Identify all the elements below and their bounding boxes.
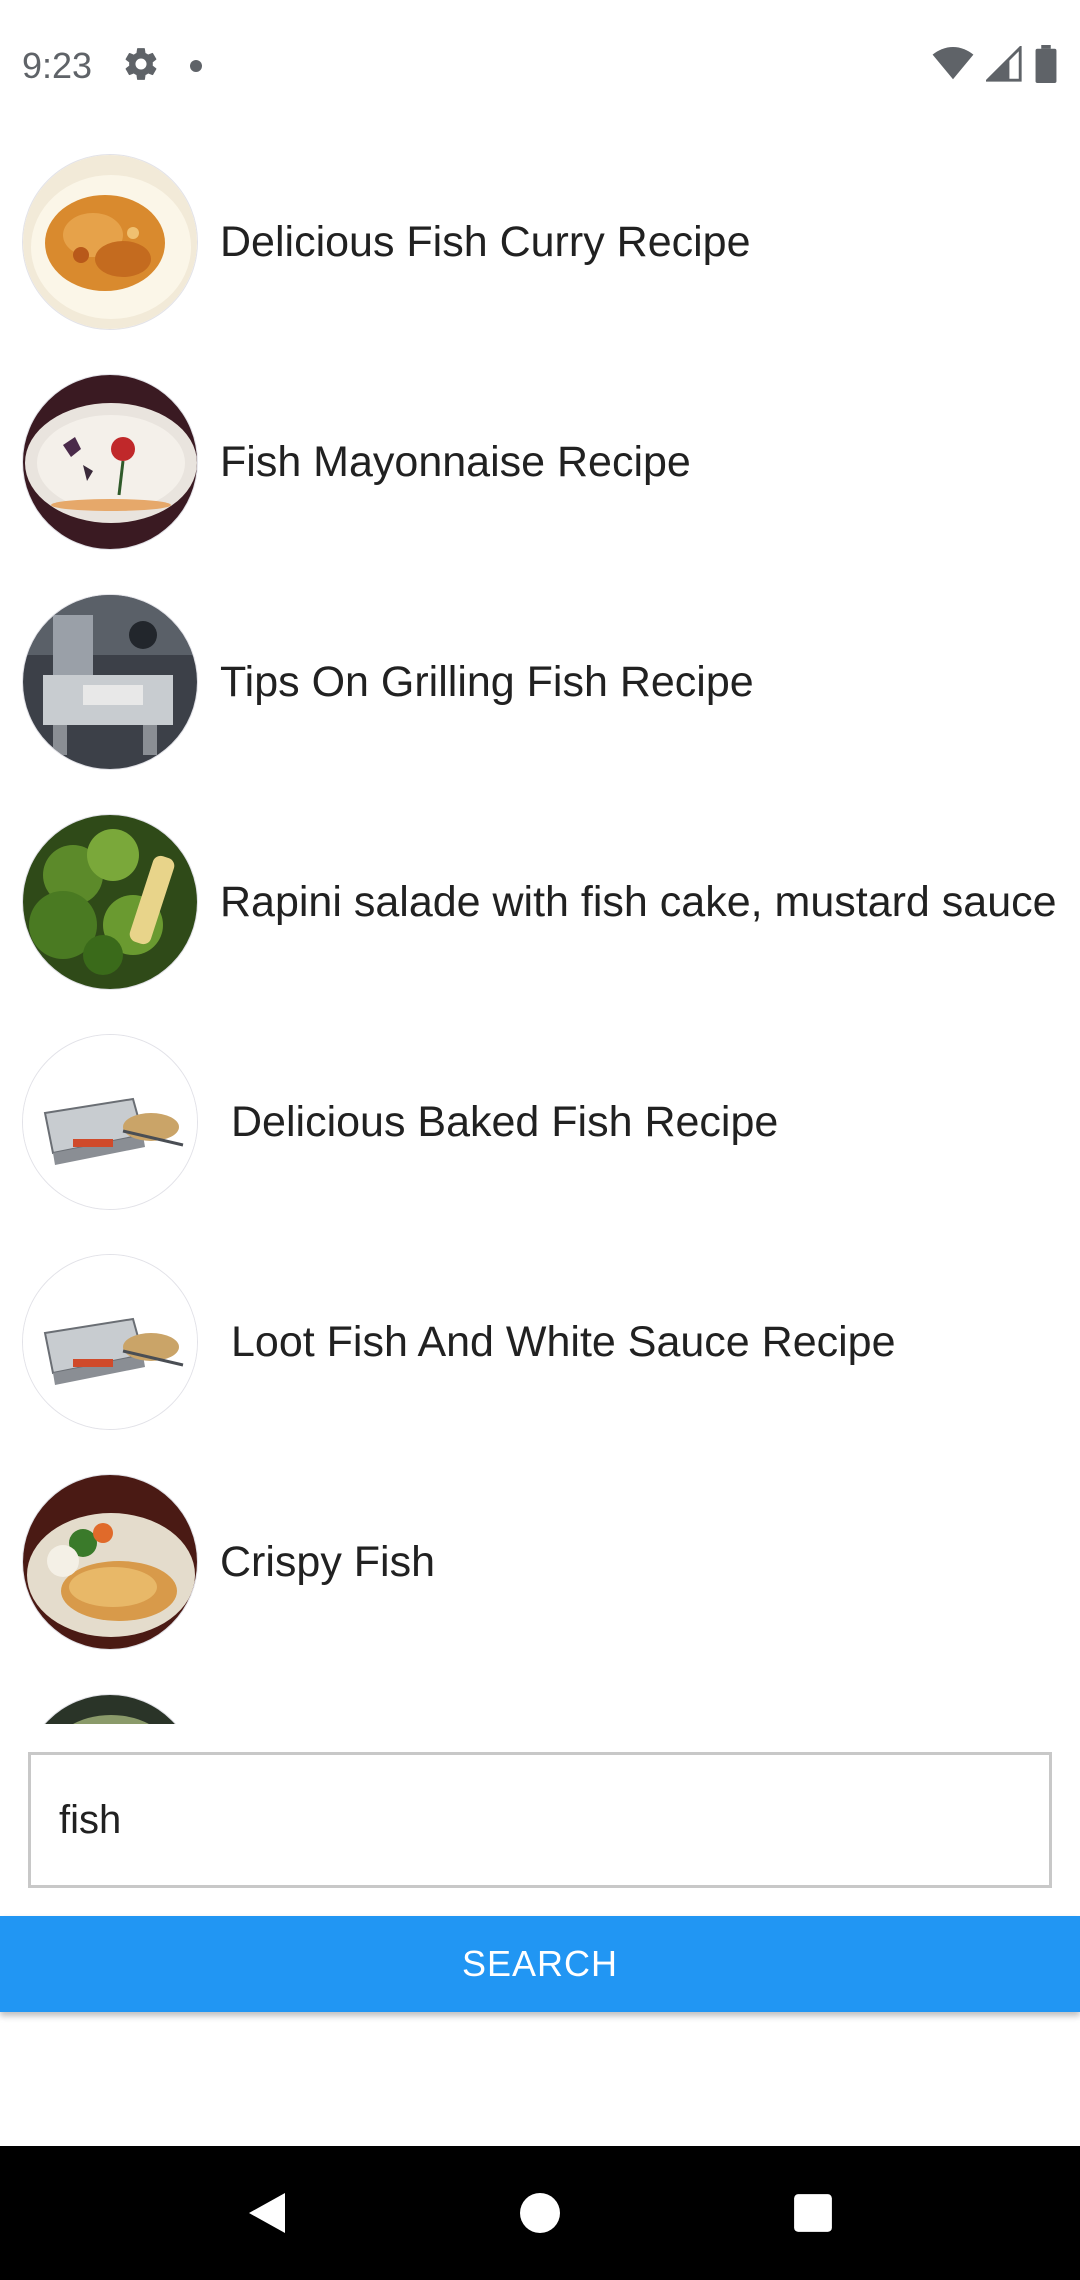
recipe-item-fish-mayonnaise[interactable]: Fish Mayonnaise Recipe bbox=[0, 352, 1080, 572]
recipe-title: Loot Fish And White Sauce Recipe bbox=[231, 1317, 896, 1366]
recipe-item-fish-curry[interactable]: Delicious Fish Curry Recipe bbox=[0, 132, 1080, 352]
recipe-item-crispy-fish[interactable]: Crispy Fish bbox=[0, 1452, 1080, 1672]
status-time: 9:23 bbox=[22, 45, 93, 86]
back-icon[interactable] bbox=[217, 2163, 317, 2263]
recents-icon[interactable] bbox=[763, 2163, 863, 2263]
recipe-thumbnail bbox=[22, 374, 198, 550]
gear-icon bbox=[122, 45, 160, 88]
recipe-item-grilling-fish[interactable]: Tips On Grilling Fish Recipe bbox=[0, 572, 1080, 792]
recipe-thumbnail bbox=[22, 1034, 198, 1210]
recipe-item-loot-fish[interactable]: Loot Fish And White Sauce Recipe bbox=[0, 1232, 1080, 1452]
recipe-item-baked-fish[interactable]: Delicious Baked Fish Recipe bbox=[0, 1012, 1080, 1232]
recipe-thumbnail bbox=[22, 1254, 198, 1430]
home-icon[interactable] bbox=[490, 2163, 590, 2263]
recipe-thumbnail bbox=[22, 154, 198, 330]
search-input[interactable] bbox=[57, 1796, 1049, 1844]
search-button[interactable]: SEARCH bbox=[0, 1916, 1080, 2012]
recipe-item-partial[interactable] bbox=[0, 1672, 1080, 1724]
recipe-list[interactable]: Delicious Fish Curry Recipe Fish Mayonna… bbox=[0, 132, 1080, 1724]
status-bar: 9:23 bbox=[0, 0, 1080, 132]
recipe-thumbnail bbox=[22, 814, 198, 990]
search-field[interactable] bbox=[28, 1752, 1052, 1888]
recipe-thumbnail bbox=[22, 1694, 198, 1724]
recipe-title: Crispy Fish bbox=[220, 1537, 436, 1586]
status-right bbox=[932, 43, 1058, 88]
recipe-title: Rapini salade with fish cake, mustard sa… bbox=[220, 877, 1057, 926]
battery-icon bbox=[1034, 44, 1058, 88]
status-left: 9:23 bbox=[22, 45, 203, 88]
navigation-bar bbox=[0, 2146, 1080, 2280]
wifi-icon bbox=[932, 46, 974, 86]
signal-icon bbox=[984, 43, 1022, 87]
recipe-title: Tips On Grilling Fish Recipe bbox=[220, 657, 754, 706]
recipe-title: Delicious Baked Fish Recipe bbox=[231, 1097, 779, 1146]
recipe-thumbnail bbox=[22, 594, 198, 770]
recipe-title: Fish Mayonnaise Recipe bbox=[220, 437, 691, 486]
notification-dot-icon bbox=[190, 60, 203, 72]
recipe-item-rapini-salade[interactable]: Rapini salade with fish cake, mustard sa… bbox=[0, 792, 1080, 1012]
recipe-thumbnail bbox=[22, 1474, 198, 1650]
recipe-title: Delicious Fish Curry Recipe bbox=[220, 217, 751, 266]
